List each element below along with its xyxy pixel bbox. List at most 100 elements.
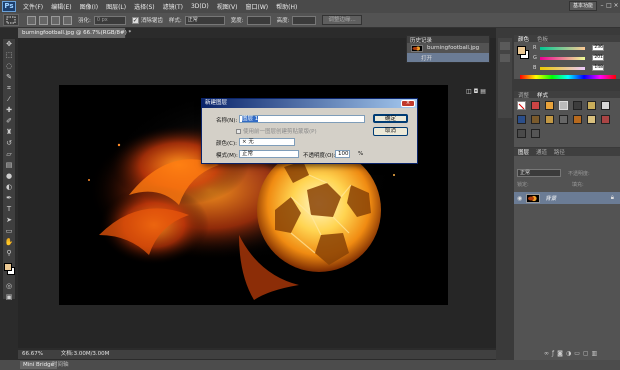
eyedropper-icon[interactable]: ⁄ (3, 94, 15, 104)
eraser-icon[interactable]: ▱ (3, 149, 15, 159)
folder-icon[interactable]: ▭ (574, 350, 583, 357)
document-info[interactable]: 文档:3.00M/3.00M (61, 351, 110, 357)
maximize-button[interactable]: □ (606, 2, 612, 9)
pen-icon[interactable]: ✒ (3, 193, 15, 203)
style-slate[interactable] (559, 115, 568, 124)
history-panel-icon[interactable] (500, 42, 510, 50)
color-select[interactable]: × 无 (239, 138, 295, 146)
brush-icon[interactable]: ✐ (3, 116, 15, 126)
red-value[interactable]: 236 (592, 45, 604, 51)
history-brush-icon[interactable]: ↺ (3, 138, 15, 148)
new-selection-icon[interactable] (27, 15, 36, 25)
blur-icon[interactable]: ● (3, 171, 15, 181)
color-ramp[interactable] (520, 75, 616, 79)
tab-color[interactable]: 颜色 (514, 37, 529, 43)
dialog-close-button[interactable]: × (401, 100, 415, 107)
green-slider[interactable] (540, 57, 585, 60)
mask-icon[interactable]: ◙ (557, 350, 566, 357)
style-steel[interactable] (531, 129, 540, 138)
opacity-input[interactable]: 100 (335, 150, 350, 158)
green-value[interactable]: 201 (592, 55, 604, 61)
tab-paths[interactable]: 路径 (549, 150, 565, 156)
foreground-color-swatch[interactable] (4, 263, 12, 271)
width-input[interactable] (246, 15, 271, 25)
style-bronze[interactable] (531, 115, 540, 124)
tab-history[interactable]: 历史记录 (407, 38, 432, 44)
document-tab[interactable]: burningfootball.jpg @ 66.7%(RGB/8#) * (18, 28, 131, 38)
color-chips[interactable] (3, 261, 15, 281)
move-icon[interactable]: ✥ (3, 39, 15, 49)
menu-layer[interactable]: 图层(L) (102, 2, 130, 11)
tool-preset-picker[interactable] (3, 14, 19, 26)
menu-3d[interactable]: 3D(D) (187, 3, 213, 10)
tab-adjustments[interactable]: 调整 (514, 93, 529, 99)
menu-select[interactable]: 选择(S) (130, 2, 159, 11)
close-window-button[interactable]: × (613, 2, 619, 9)
actions-panel-icon[interactable] (500, 54, 510, 62)
blue-slider[interactable] (540, 67, 585, 70)
style-blue[interactable] (517, 115, 526, 124)
stamp-icon[interactable]: ♜ (3, 127, 15, 137)
style-gray[interactable] (559, 101, 568, 110)
style-silver[interactable] (601, 101, 610, 110)
style-orange[interactable] (545, 101, 554, 110)
lasso-icon[interactable]: ◌ (3, 61, 15, 71)
minimize-button[interactable]: – (599, 2, 605, 9)
blend-mode-select[interactable]: 正常 (517, 169, 561, 177)
history-state-open[interactable]: 打开 (407, 53, 489, 62)
menu-file[interactable]: 文件(F) (19, 2, 47, 11)
snapshot-icon[interactable]: ◫ (466, 88, 472, 95)
style-brass[interactable] (545, 115, 554, 124)
quick-mask-icon[interactable]: ◎ (3, 281, 15, 291)
healing-icon[interactable]: ✚ (3, 105, 15, 115)
style-copper[interactable] (573, 115, 582, 124)
trash-icon[interactable]: ▥ (592, 350, 601, 357)
add-selection-icon[interactable] (39, 15, 48, 25)
style-charcoal[interactable] (517, 129, 526, 138)
tab-styles[interactable]: 样式 (531, 93, 548, 99)
new-layer-icon[interactable]: ▢ (583, 350, 592, 357)
zoom-level[interactable]: 66.67% (22, 351, 43, 357)
menu-image[interactable]: 图像(I) (76, 2, 102, 11)
tab-timeline[interactable]: 时间轴 (52, 361, 69, 369)
shape-icon[interactable]: ▭ (3, 226, 15, 236)
style-crimson[interactable] (601, 115, 610, 124)
clip-mask-checkbox[interactable] (236, 129, 241, 134)
trash-icon[interactable]: ▤ (480, 88, 486, 95)
crop-icon[interactable]: ⌗ (3, 83, 15, 93)
style-sand[interactable] (587, 115, 596, 124)
cancel-button[interactable]: 取消 (373, 127, 408, 136)
workspace-switcher[interactable]: 基本功能 (569, 1, 597, 11)
screen-mode-icon[interactable]: ▣ (3, 292, 15, 302)
antialias-checkbox[interactable]: ✓ (131, 16, 139, 24)
menu-view[interactable]: 视图(V) (213, 2, 242, 11)
tab-swatches[interactable]: 色板 (531, 37, 548, 43)
hand-icon[interactable]: ✋ (3, 237, 15, 247)
tab-channels[interactable]: 通道 (531, 150, 547, 156)
ok-button[interactable]: 确定 (373, 114, 408, 123)
history-snapshot[interactable]: burningfootball.jpg (407, 43, 489, 53)
style-dark[interactable] (573, 101, 582, 110)
menu-help[interactable]: 帮助(H) (272, 2, 301, 11)
clip-mask-label[interactable]: 使用前一图层创建剪贴蒙版(P) (236, 127, 317, 135)
feather-input[interactable]: 0 px (93, 15, 126, 25)
panel-foreground-swatch[interactable] (517, 46, 526, 55)
visibility-eye-icon[interactable]: ◉ (517, 195, 522, 202)
intersect-selection-icon[interactable] (63, 15, 72, 25)
tab-layers[interactable]: 图层 (514, 150, 529, 156)
menu-filter[interactable]: 滤镜(T) (159, 2, 187, 11)
style-red[interactable] (531, 101, 540, 110)
zoom-icon[interactable]: ⚲ (3, 248, 15, 258)
type-icon[interactable]: T (3, 204, 15, 214)
link-icon[interactable]: ∞ (544, 350, 552, 357)
menu-window[interactable]: 窗口(W) (242, 2, 273, 11)
blue-value[interactable]: 148 (592, 65, 604, 71)
adjustment-icon[interactable]: ◑ (566, 350, 574, 357)
gradient-icon[interactable]: ▤ (3, 160, 15, 170)
layer-row-background[interactable]: ◉ 背景 🔒︎ (514, 192, 620, 204)
style-none[interactable] (517, 101, 526, 110)
red-slider[interactable] (540, 47, 585, 50)
dodge-icon[interactable]: ◐ (3, 182, 15, 192)
height-input[interactable] (292, 15, 317, 25)
style-select[interactable]: 正常 (184, 15, 225, 25)
